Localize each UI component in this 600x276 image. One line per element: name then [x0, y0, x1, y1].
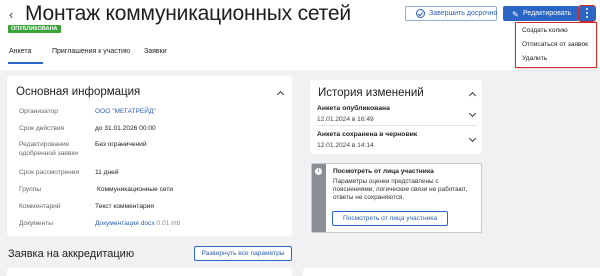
more-vertical-icon: [586, 8, 588, 19]
history-card: История изменений Анкета опубликована 12…: [310, 80, 482, 154]
divider: [317, 125, 477, 126]
expand-chevron-icon[interactable]: [468, 109, 477, 118]
info-strip: i: [312, 164, 326, 232]
value-groups: Коммуникационные сети: [97, 186, 174, 193]
check-circle-icon: [416, 9, 425, 18]
label-organizer: Организатор: [19, 108, 58, 115]
document-entry: Документация docx 0.01 mb: [95, 219, 180, 228]
participant-view-text: Параметры оценки представлены с пояснени…: [333, 178, 468, 202]
finish-early-button[interactable]: Завершить досрочно: [405, 6, 497, 21]
main-info-card: Основная информация Организатор ООО "МЕГ…: [7, 76, 292, 236]
pencil-icon: ✎: [512, 10, 519, 19]
menu-item-unsubscribe[interactable]: Отписаться от заявок: [522, 41, 588, 48]
menu-item-create-copy[interactable]: Создать копию: [522, 27, 568, 34]
expand-all-button[interactable]: Развернуть все параметры: [194, 246, 292, 261]
value-review-term: 11 дней: [95, 169, 119, 176]
menu-item-delete[interactable]: Удалить: [522, 55, 547, 62]
edit-label: Редактировать: [523, 10, 572, 17]
label-documents: Документы: [19, 220, 53, 227]
collapse-chevron-icon[interactable]: [468, 91, 477, 100]
tab-questionnaire[interactable]: Анкета: [9, 48, 31, 55]
organizer-link[interactable]: ООО "МЕГАТРЕЙД": [95, 107, 156, 116]
tab-applications[interactable]: Заявки: [144, 48, 167, 55]
expand-chevron-icon[interactable]: [468, 134, 477, 143]
page-header: ‹ Монтаж коммуникационных сетей ОПУБЛИКО…: [0, 0, 600, 70]
collapse-chevron-icon[interactable]: [276, 90, 285, 99]
participant-view-box: i Посмотреть от лица участника Параметры…: [311, 163, 482, 233]
label-editing: Редактирование одобренной заявки: [19, 141, 78, 157]
view-as-participant-button[interactable]: Посмотреть от лица участника: [332, 211, 448, 226]
label-review-term: Срок рассмотрения: [19, 169, 80, 176]
history-title: История изменений: [318, 87, 424, 99]
back-arrow-icon[interactable]: ‹: [9, 8, 21, 22]
status-badge: ОПУБЛИКОВАНА: [8, 25, 61, 33]
accreditation-card: [7, 268, 292, 276]
finish-early-label: Завершить досрочно: [429, 10, 498, 17]
value-editing: Без ограничений: [95, 141, 147, 148]
history-entry-date: 12.01.2024 в 16:49: [317, 116, 374, 123]
accreditation-title: Заявка на аккредитацию: [8, 248, 135, 260]
side-card: [303, 268, 600, 276]
page-title: Монтаж коммуникационных сетей: [25, 2, 351, 25]
label-validity: Срок действия: [19, 125, 65, 132]
more-dropdown-menu: Создать копию Отписаться от заявок Удали…: [515, 22, 597, 68]
participant-view-title: Посмотреть от лица участника: [333, 168, 434, 175]
main-info-title: Основная информация: [16, 86, 141, 98]
edit-button[interactable]: ✎ Редактировать: [503, 6, 579, 21]
document-size: 0.01 mb: [156, 220, 181, 227]
active-tab-indicator: [8, 62, 43, 64]
value-comment: Текст комментария: [95, 203, 154, 210]
more-menu-button[interactable]: [577, 4, 597, 23]
label-comment: Комментарий: [19, 203, 61, 210]
history-entry-title: Анкета опубликована: [317, 105, 390, 112]
value-validity: до 31.01.2026 00:00: [95, 125, 156, 132]
info-icon: i: [315, 168, 322, 175]
document-link[interactable]: Документация docx: [95, 220, 155, 227]
label-groups: Группы: [19, 186, 41, 193]
history-entry-date: 12.01.2024 в 14:14: [317, 142, 374, 149]
history-entry-title: Анкета сохранена в черновик: [317, 131, 418, 138]
tab-invitations[interactable]: Приглашения к участию: [52, 48, 130, 55]
